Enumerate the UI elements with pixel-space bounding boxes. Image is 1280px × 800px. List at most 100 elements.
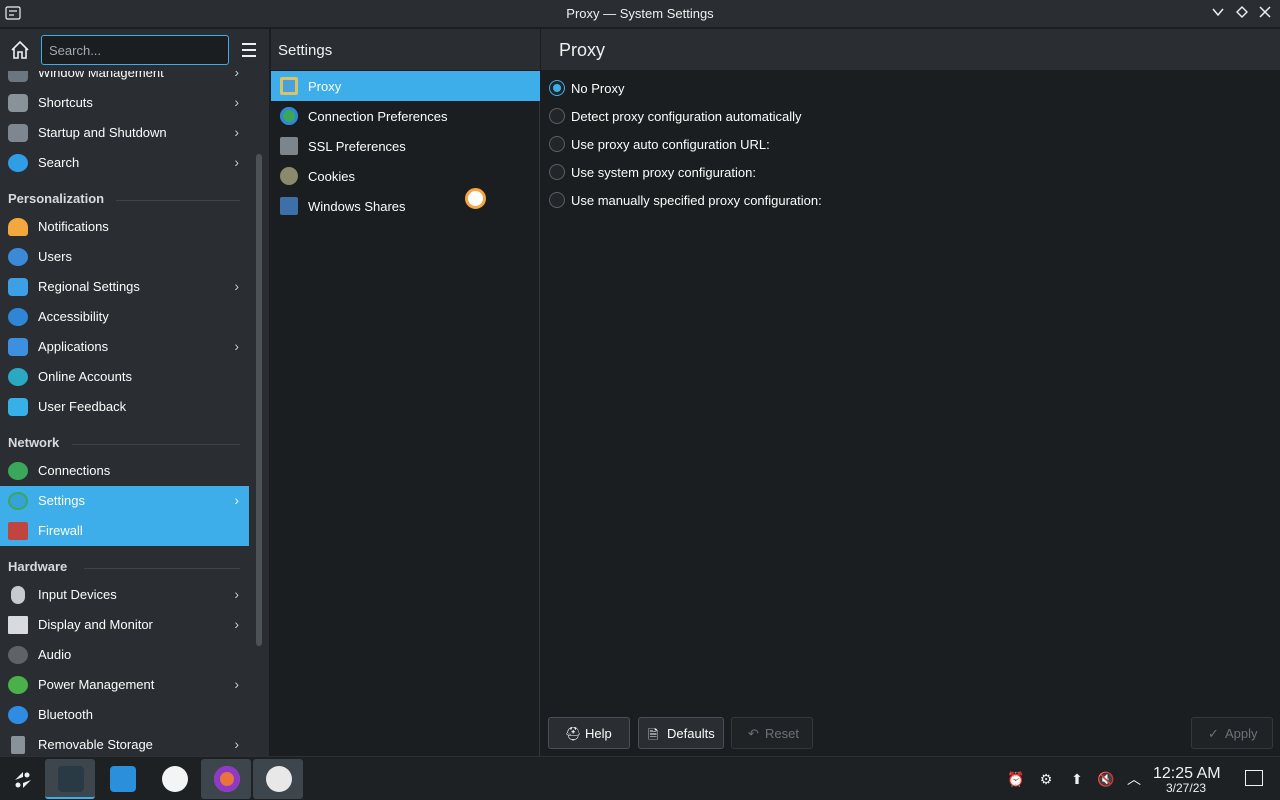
radio-label: Use system proxy configuration: <box>571 165 756 180</box>
apply-button-label: Apply <box>1225 726 1258 741</box>
radio-button[interactable] <box>549 136 565 152</box>
radio-label: Use manually specified proxy configurati… <box>571 193 822 208</box>
show-desktop-button[interactable] <box>1245 770 1263 786</box>
sidebar: Window Management › Shortcuts › Startup … <box>0 29 270 756</box>
update-icon[interactable]: ⬆ <box>1068 770 1086 788</box>
sidebar-item-label: Search <box>38 155 80 170</box>
radio-button[interactable] <box>549 164 565 180</box>
sidebar-item-bluetooth[interactable]: Bluetooth <box>0 700 249 730</box>
system-settings-window: Proxy — System Settings Window Manageme <box>0 0 1280 800</box>
volume-muted-icon[interactable]: 🔇 <box>1097 770 1115 788</box>
app-launcher-button[interactable] <box>0 759 50 799</box>
flag-icon <box>8 278 28 296</box>
window-icon <box>8 71 28 82</box>
radio-label: Use proxy auto configuration URL: <box>571 137 770 152</box>
list-item-windows-shares[interactable]: Windows Shares <box>271 191 540 221</box>
taskbar-steam-deck[interactable] <box>149 759 199 799</box>
close-button[interactable] <box>1255 4 1275 24</box>
maximize-button[interactable] <box>1232 4 1252 24</box>
sidebar-item-settings[interactable]: Settings › <box>0 486 249 516</box>
taskbar-system-settings[interactable] <box>45 759 95 799</box>
sidebar-item-online-accounts[interactable]: Online Accounts <box>0 362 249 392</box>
reset-button[interactable]: ↶ Reset <box>731 717 813 749</box>
sidebar-item-search[interactable]: Search › <box>0 148 249 178</box>
help-button-label: Help <box>585 726 612 741</box>
chevron-right-icon: › <box>234 278 239 294</box>
hamburger-menu-icon[interactable] <box>237 39 261 61</box>
sidebar-item-notifications[interactable]: Notifications <box>0 212 249 242</box>
radio-no-proxy[interactable]: No Proxy <box>549 78 1149 100</box>
sidebar-item-applications[interactable]: Applications › <box>0 332 249 362</box>
minimize-button[interactable] <box>1208 4 1228 24</box>
sidebar-item-power-management[interactable]: Power Management › <box>0 670 249 700</box>
sidebar-item-accessibility[interactable]: Accessibility <box>0 302 249 332</box>
sidebar-item-removable-storage[interactable]: Removable Storage › <box>0 730 249 756</box>
list-item-connection-preferences[interactable]: Connection Preferences <box>271 101 540 131</box>
vm-icon <box>266 766 292 792</box>
search-input[interactable] <box>41 35 229 65</box>
chevron-down-icon <box>1212 8 1224 17</box>
radio-system-proxy[interactable]: Use system proxy configuration: <box>549 162 1149 184</box>
list-item-label: Cookies <box>308 169 355 184</box>
home-icon[interactable] <box>8 38 32 62</box>
network-icon[interactable]: ⚙ <box>1037 770 1055 788</box>
radio-button[interactable] <box>549 108 565 124</box>
sidebar-item-user-feedback[interactable]: User Feedback <box>0 392 249 422</box>
sidebar-scrollbar[interactable] <box>256 154 262 646</box>
sidebar-item-firewall[interactable]: Firewall <box>0 516 249 546</box>
help-button[interactable]: ⛑ Help <box>548 717 630 749</box>
proxy-icon <box>280 77 298 95</box>
firewall-icon <box>8 522 28 540</box>
apps-icon <box>8 338 28 356</box>
feedback-icon <box>8 398 28 416</box>
sidebar-item-connections[interactable]: Connections <box>0 456 249 486</box>
page-header: Proxy <box>541 29 1280 71</box>
sidebar-item-label: User Feedback <box>38 399 127 414</box>
defaults-button[interactable]: 🗎 Defaults <box>638 717 724 749</box>
sidebar-item-input-devices[interactable]: Input Devices › <box>0 580 249 610</box>
taskbar-firefox[interactable] <box>201 759 251 799</box>
sidebar-item-regional-settings[interactable]: Regional Settings › <box>0 272 249 302</box>
list-item-proxy[interactable]: Proxy <box>271 71 540 101</box>
speaker-icon <box>8 646 28 664</box>
sidebar-item-label: Window Management <box>38 71 164 80</box>
title-bar: Proxy — System Settings <box>0 0 1280 28</box>
sidebar-item-label: Input Devices <box>38 587 117 602</box>
users-icon <box>8 248 28 266</box>
list-item-cookies[interactable]: Cookies <box>271 161 540 191</box>
chevron-right-icon: › <box>234 124 239 140</box>
undo-icon: ↶ <box>748 726 759 741</box>
clock-date[interactable]: 3/27/23 <box>1166 781 1206 795</box>
power-icon <box>8 676 28 694</box>
close-icon <box>1259 6 1271 18</box>
page-title: Proxy <box>559 40 606 60</box>
sidebar-item-label: Regional Settings <box>38 279 140 294</box>
sidebar-item-startup-and-shutdown[interactable]: Startup and Shutdown › <box>0 118 249 148</box>
section-divider <box>116 200 240 201</box>
globe-icon <box>8 492 28 510</box>
radio-auto-config-url[interactable]: Use proxy auto configuration URL: <box>549 134 1149 156</box>
radio-manual-proxy[interactable]: Use manually specified proxy configurati… <box>549 190 1149 212</box>
apply-button[interactable]: ✓ Apply <box>1191 717 1273 749</box>
taskbar-discover[interactable] <box>97 759 147 799</box>
sidebar-item-shortcuts[interactable]: Shortcuts › <box>0 88 249 118</box>
taskbar-vm[interactable] <box>253 759 303 799</box>
chevron-right-icon: › <box>234 71 239 80</box>
notification-icon[interactable]: ⏰ <box>1007 770 1025 788</box>
list-item-ssl-preferences[interactable]: SSL Preferences <box>271 131 540 161</box>
bluetooth-icon <box>8 706 28 724</box>
chevron-right-icon: › <box>234 676 239 692</box>
sidebar-list: Window Management › Shortcuts › Startup … <box>0 71 249 756</box>
tray-expand-icon[interactable]: ︿ <box>1125 770 1143 788</box>
sidebar-item-users[interactable]: Users <box>0 242 249 272</box>
sidebar-item-audio[interactable]: Audio <box>0 640 249 670</box>
radio-label: Detect proxy configuration automatically <box>571 109 802 124</box>
sidebar-item-window-management[interactable]: Window Management › <box>0 71 249 88</box>
middle-panel-header: Settings <box>271 29 540 71</box>
sidebar-item-display-and-monitor[interactable]: Display and Monitor › <box>0 610 249 640</box>
sidebar-item-label: Notifications <box>38 219 109 234</box>
sidebar-item-label: Removable Storage <box>38 737 153 752</box>
radio-button[interactable] <box>549 80 565 96</box>
radio-button[interactable] <box>549 192 565 208</box>
radio-detect-automatically[interactable]: Detect proxy configuration automatically <box>549 106 1149 128</box>
